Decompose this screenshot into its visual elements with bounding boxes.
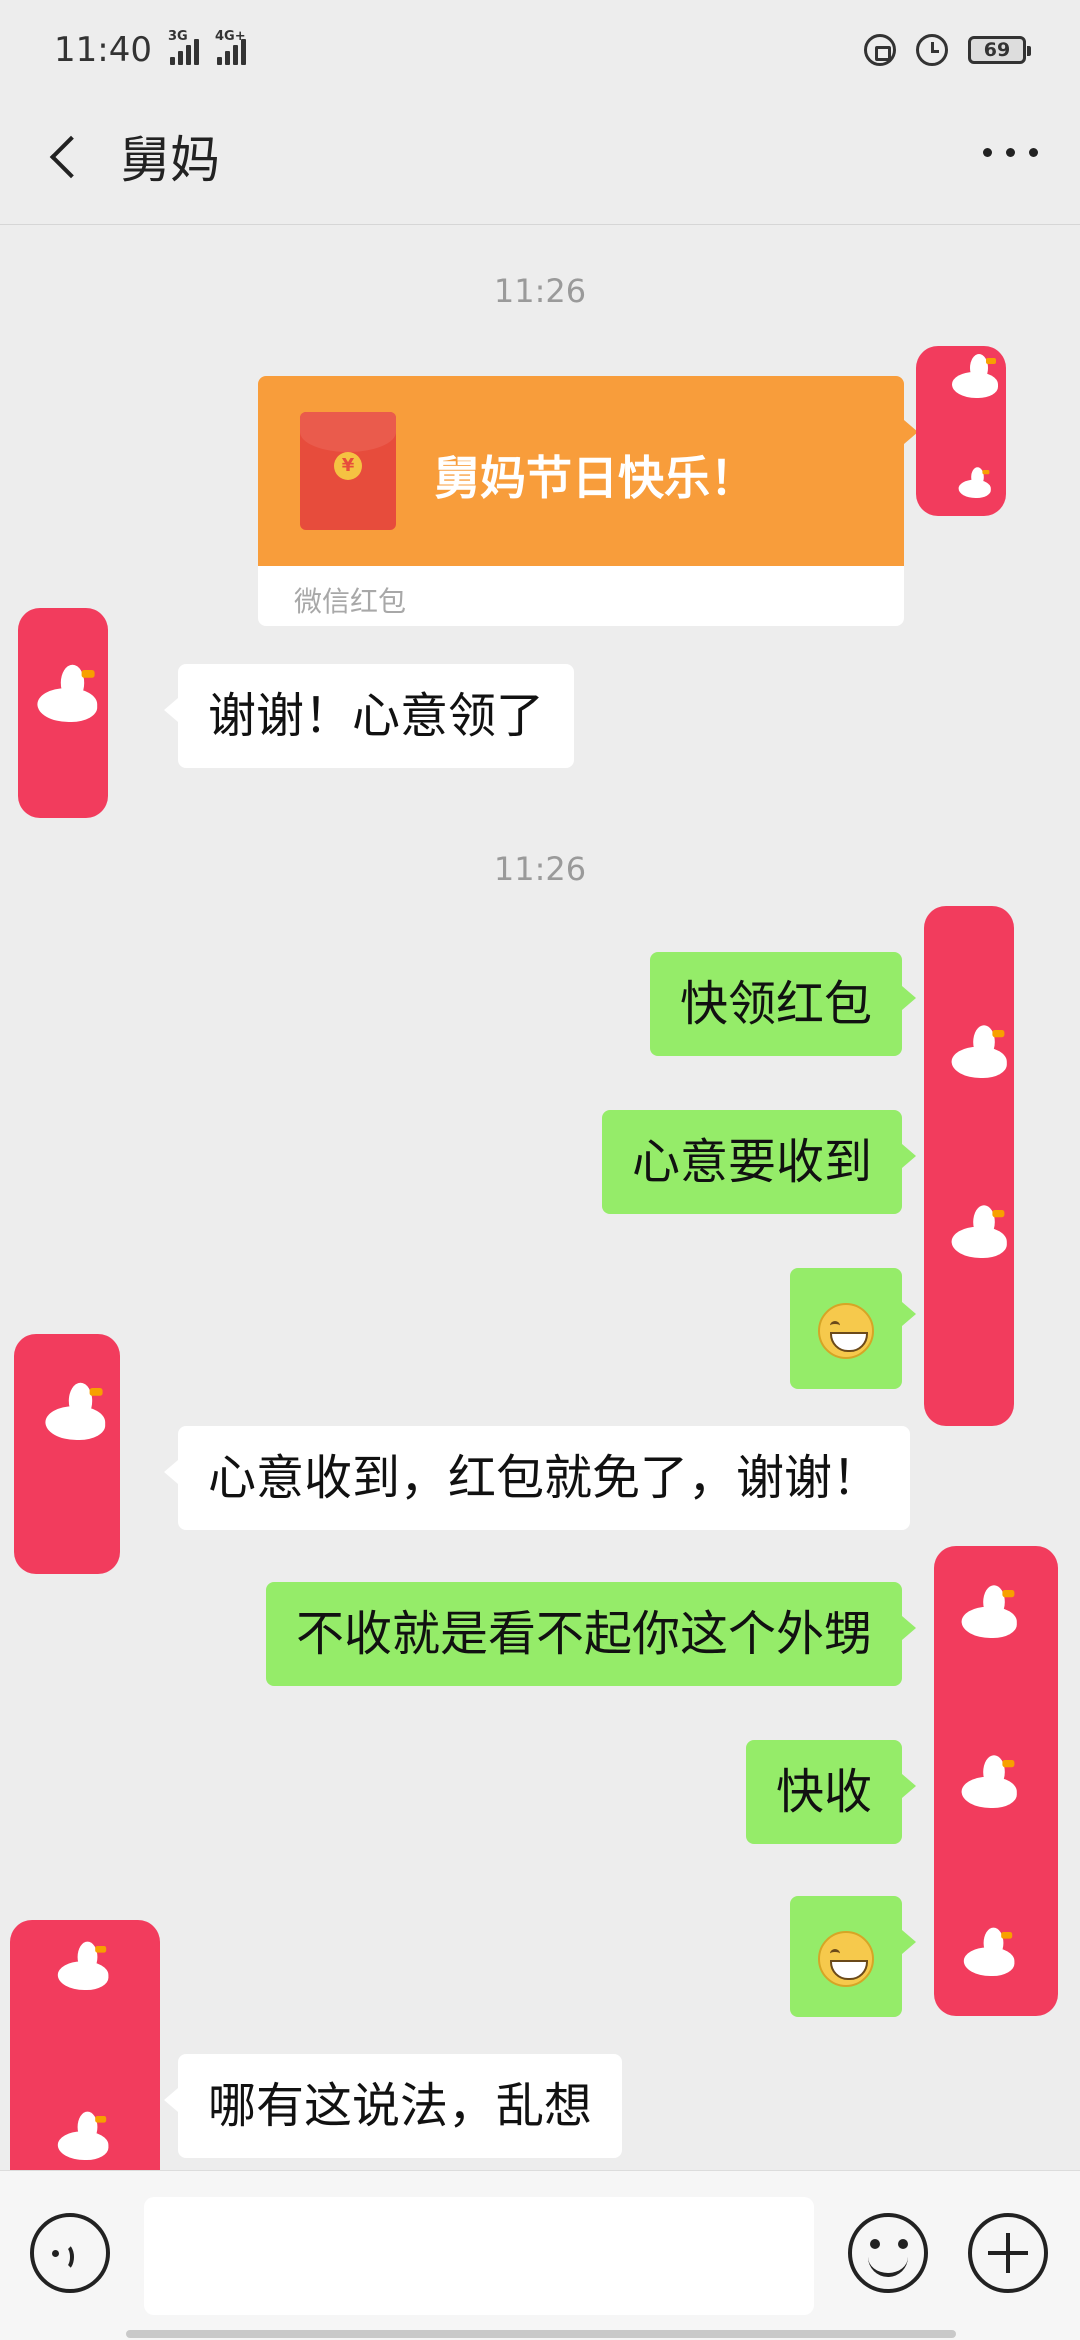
goose-icon — [944, 1020, 1011, 1087]
status-time: 11:40 — [54, 30, 152, 70]
message-bubble-me[interactable] — [790, 1896, 916, 2017]
status-left: 11:40 3G 4G+ — [54, 29, 246, 70]
red-envelope-icon: ¥ — [300, 412, 396, 530]
goose-icon — [957, 1923, 1019, 1985]
red-packet-message[interactable]: ¥ 舅妈节日快乐！ 微信红包 — [258, 376, 918, 626]
chevron-left-icon[interactable] — [40, 128, 100, 188]
message-bubble-me[interactable]: 快收 — [745, 1740, 917, 1844]
alarm-icon — [916, 34, 948, 66]
message-timestamp: 11:26 — [493, 272, 587, 310]
signal-3g-icon: 3G — [168, 29, 199, 65]
avatar[interactable] — [924, 906, 1014, 1426]
signal-4g-icon: 4G+ — [215, 29, 246, 65]
message-bubble-them[interactable]: 哪有这说法，乱想 — [163, 2054, 623, 2158]
goose-icon — [954, 1580, 1021, 1647]
red-packet-label: 微信红包 — [294, 585, 407, 618]
avatar[interactable] — [10, 1920, 160, 2210]
goose-icon — [954, 1750, 1021, 1817]
avatar[interactable] — [14, 1334, 120, 1574]
grin-emoji-icon — [818, 1931, 874, 1987]
chat-header: 舅妈 — [0, 100, 1080, 225]
battery-icon: 69 — [968, 36, 1031, 64]
page-title: 舅妈 — [120, 131, 220, 189]
status-bar: 11:40 3G 4G+ 69 — [0, 0, 1080, 100]
rotation-lock-icon — [864, 34, 896, 66]
message-bubble-them[interactable]: 心意收到，红包就免了，谢谢！ — [163, 1426, 911, 1530]
message-bubble-me[interactable]: 快领红包 — [649, 952, 917, 1056]
message-bubble-them[interactable]: 谢谢！心意领了 — [163, 664, 575, 768]
status-right: 69 — [864, 34, 1031, 66]
message-bubble-me[interactable] — [790, 1268, 916, 1389]
avatar[interactable] — [18, 608, 108, 818]
plus-icon[interactable] — [968, 2213, 1048, 2293]
goose-icon — [954, 464, 993, 503]
message-bubble-me[interactable]: 心意要收到 — [601, 1110, 917, 1214]
message-bubble-me[interactable]: 不收就是看不起你这个外甥 — [265, 1582, 917, 1686]
red-packet-greeting: 舅妈节日快乐！ — [434, 451, 756, 505]
goose-icon — [944, 1200, 1011, 1267]
ellipsis-icon[interactable] — [983, 148, 1038, 157]
avatar[interactable] — [934, 1546, 1058, 2016]
goose-icon — [51, 1937, 113, 1999]
network-label-4g: 4G+ — [214, 29, 246, 44]
chat-input-bar — [0, 2170, 1080, 2340]
message-timestamp: 11:26 — [493, 850, 587, 888]
goose-icon — [30, 660, 103, 733]
voice-icon[interactable] — [30, 2213, 110, 2293]
coin-icon: ¥ — [334, 452, 362, 480]
grin-emoji-icon — [818, 1303, 874, 1359]
message-input[interactable] — [144, 2197, 814, 2315]
network-label-3g: 3G — [167, 29, 188, 44]
avatar[interactable] — [916, 346, 1006, 516]
red-packet-card[interactable]: ¥ 舅妈节日快乐！ — [258, 376, 918, 566]
emoji-icon[interactable] — [848, 2213, 928, 2293]
goose-icon — [38, 1378, 111, 1451]
goose-icon — [946, 350, 1002, 406]
home-indicator[interactable] — [126, 2330, 956, 2338]
goose-icon — [51, 2107, 113, 2169]
